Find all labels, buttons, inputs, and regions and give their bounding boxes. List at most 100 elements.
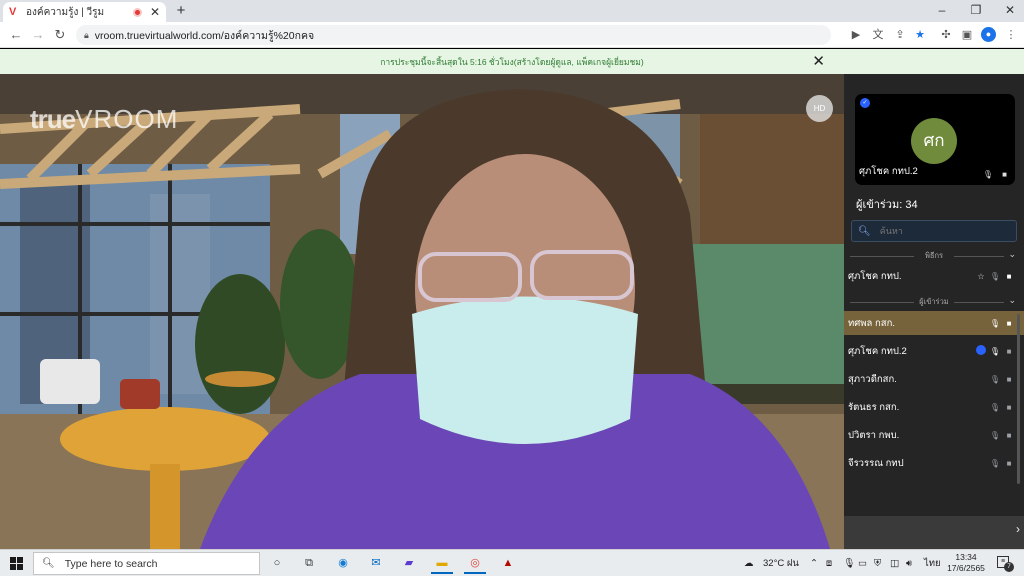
logo-text-vroom: VROOM: [75, 104, 179, 134]
windows-taskbar: 🔍︎ Type here to search ○ ⧉ ◉ ✉ ▰ ▬ ◎ ▲ ☁…: [0, 549, 1024, 576]
moderator-shield-icon: ✓: [860, 98, 870, 108]
weather-text[interactable]: 32°C ฝน: [763, 550, 799, 576]
star-icon[interactable]: ☆: [974, 272, 988, 281]
divider: [850, 256, 914, 257]
screen: V องค์ความรู้ง | วีรูม ✕ + – ❐ ✕ ← → ↻ 🔒…: [0, 0, 1024, 576]
edge-icon[interactable]: ◉: [332, 553, 354, 574]
camera-off-icon[interactable]: ■: [1002, 170, 1007, 179]
camera-off-icon[interactable]: ■: [1002, 375, 1016, 384]
chrome-icon[interactable]: ◎: [464, 553, 486, 574]
mail-icon[interactable]: ✉: [365, 553, 387, 574]
forward-icon[interactable]: →: [28, 25, 48, 45]
battery-icon[interactable]: ▭: [858, 550, 867, 576]
vroom-favicon-icon: V: [9, 5, 17, 18]
window-close-button[interactable]: ✕: [993, 0, 1024, 22]
tab-close-icon[interactable]: ✕: [150, 5, 160, 19]
minimize-button[interactable]: –: [925, 0, 959, 22]
cortana-icon[interactable]: ○: [266, 553, 288, 574]
file-explorer-icon[interactable]: ▬: [431, 553, 453, 574]
participant-row[interactable]: รัตนธร กสก. 🎙︎ ■: [844, 395, 1024, 419]
host-section-label: พิธีกร: [924, 251, 944, 260]
host-section-header[interactable]: พิธีกร ⌄: [850, 249, 1016, 262]
participant-row[interactable]: จีรวรรณ กทป 🎙︎ ■: [844, 451, 1024, 475]
video-frame-illustration: [0, 74, 844, 549]
notification-count: 7: [1004, 562, 1014, 572]
chevron-down-icon[interactable]: ⌄: [1008, 249, 1016, 260]
microphone-icon[interactable]: 🎙︎: [843, 550, 855, 576]
bookmark-star-icon[interactable]: ★: [912, 27, 928, 43]
participant-row[interactable]: ทศพล กสก. 🎙︎ ■: [844, 311, 1024, 335]
windows-start-icon[interactable]: [10, 557, 23, 570]
browser-tab[interactable]: V องค์ความรู้ง | วีรูม ✕: [3, 2, 166, 22]
participant-search[interactable]: 🔍︎: [851, 220, 1017, 242]
profile-avatar-icon[interactable]: ●: [981, 27, 996, 42]
notification-icon[interactable]: ≡ 7: [997, 556, 1014, 572]
camera-off-icon[interactable]: ■: [1002, 403, 1016, 412]
mic-off-icon[interactable]: 🎙︎: [988, 375, 1002, 384]
participant-row[interactable]: สุภาวดีกสก. 🎙︎ ■: [844, 367, 1024, 391]
host-name: ศุภโชค กทป.: [848, 270, 902, 282]
language-indicator[interactable]: ไทย: [924, 550, 941, 576]
chevron-down-icon[interactable]: ⌄: [1008, 295, 1016, 306]
security-icon[interactable]: ⛨: [874, 550, 881, 576]
camera-off-icon[interactable]: ■: [1002, 459, 1016, 468]
taskbar-search-placeholder: Type here to search: [64, 557, 158, 570]
volume-icon[interactable]: 🔊︎: [906, 550, 912, 576]
self-video-tile[interactable]: ✓ ศก ศุภโชค กทป.2 🎙︎ ■: [855, 94, 1015, 185]
participant-row[interactable]: ปวิตรา กพบ. 🎙︎ ■: [844, 423, 1024, 447]
banner-close-icon[interactable]: ✕: [812, 49, 825, 74]
tab-title: องค์ความรู้ง | วีรูม: [26, 6, 105, 18]
address-bar[interactable]: 🔒︎ vroom.truevirtualworld.com/องค์ความรู…: [76, 25, 831, 45]
participants-scrollbar[interactable]: [1017, 314, 1020, 484]
participant-name: รัตนธร กสก.: [848, 401, 900, 413]
mic-off-icon[interactable]: 🎙︎: [988, 272, 1002, 281]
reload-icon[interactable]: ↻: [50, 25, 70, 45]
participants-panel: ✓ ศก ศุภโชค กทป.2 🎙︎ ■ ผู้เข้าร่วม: 34 🔍…: [844, 74, 1024, 549]
participant-search-input[interactable]: [879, 226, 1010, 236]
truevroom-watermark-logo: trueVROOM: [30, 104, 178, 135]
mic-icon[interactable]: 🎙︎: [988, 319, 1002, 328]
expand-arrow-icon[interactable]: ›: [1016, 522, 1020, 536]
weather-icon[interactable]: ☁: [744, 550, 754, 576]
logo-text-true: true: [30, 104, 76, 134]
new-tab-button[interactable]: +: [172, 2, 190, 20]
taskbar-clock[interactable]: 13:34 17/6/2565: [946, 552, 986, 574]
tray-app-icon[interactable]: ⧈: [826, 550, 832, 576]
search-icon: 🔍︎: [42, 558, 55, 569]
acrobat-icon[interactable]: ▲: [497, 553, 519, 574]
share-icon[interactable]: ⇪: [892, 27, 908, 43]
search-icon: 🔍︎: [858, 225, 871, 237]
translate-icon[interactable]: 文: [870, 27, 886, 43]
participant-name: ทศพล กสก.: [848, 317, 895, 329]
sidepanel-icon[interactable]: ▣: [959, 27, 975, 43]
extensions-icon[interactable]: ✣: [938, 27, 954, 43]
mic-icon[interactable]: 🎙︎: [983, 170, 993, 179]
camera-off-icon[interactable]: ■: [1002, 347, 1016, 356]
network-icon[interactable]: ◫: [890, 550, 899, 576]
clock-time: 13:34: [955, 552, 977, 562]
host-row[interactable]: ศุภโชค กทป. ☆ 🎙︎ ■: [844, 264, 1024, 288]
task-view-icon[interactable]: ⧉: [298, 553, 320, 574]
participants-section-header[interactable]: ผู้เข้าร่วม ⌄: [850, 295, 1016, 308]
camera-icon[interactable]: ■: [1002, 319, 1016, 328]
menu-kebab-icon[interactable]: ⋮: [1003, 27, 1019, 43]
camera-icon[interactable]: ▶: [848, 27, 864, 43]
mic-off-icon[interactable]: 🎙︎: [988, 431, 1002, 440]
tray-overflow-icon[interactable]: ⌃: [810, 550, 818, 576]
participant-row[interactable]: ศุภโชค กทป.2 🎙︎ ■: [844, 339, 1024, 363]
mic-off-icon[interactable]: 🎙︎: [988, 459, 1002, 468]
meeting-time-banner: การประชุมนี้จะสิ้นสุดใน 5:16 ชั่วโมง(สร้…: [0, 49, 1024, 74]
main-video: trueVROOM HD: [0, 74, 844, 549]
camera-icon[interactable]: ■: [1002, 272, 1016, 281]
mic-off-icon[interactable]: 🎙︎: [988, 403, 1002, 412]
mic-icon[interactable]: 🎙︎: [988, 347, 1002, 356]
back-icon[interactable]: ←: [6, 25, 26, 45]
participant-count: ผู้เข้าร่วม: 34: [856, 199, 918, 211]
camera-off-icon[interactable]: ■: [1002, 431, 1016, 440]
participants-section-label: ผู้เข้าร่วม: [919, 297, 949, 306]
hd-quality-badge[interactable]: HD: [806, 95, 833, 122]
participant-name: สุภาวดีกสก.: [848, 373, 897, 385]
maximize-button[interactable]: ❐: [959, 0, 993, 22]
taskbar-search-box[interactable]: 🔍︎ Type here to search: [33, 552, 260, 575]
vroom-app-icon[interactable]: ▰: [398, 553, 420, 574]
